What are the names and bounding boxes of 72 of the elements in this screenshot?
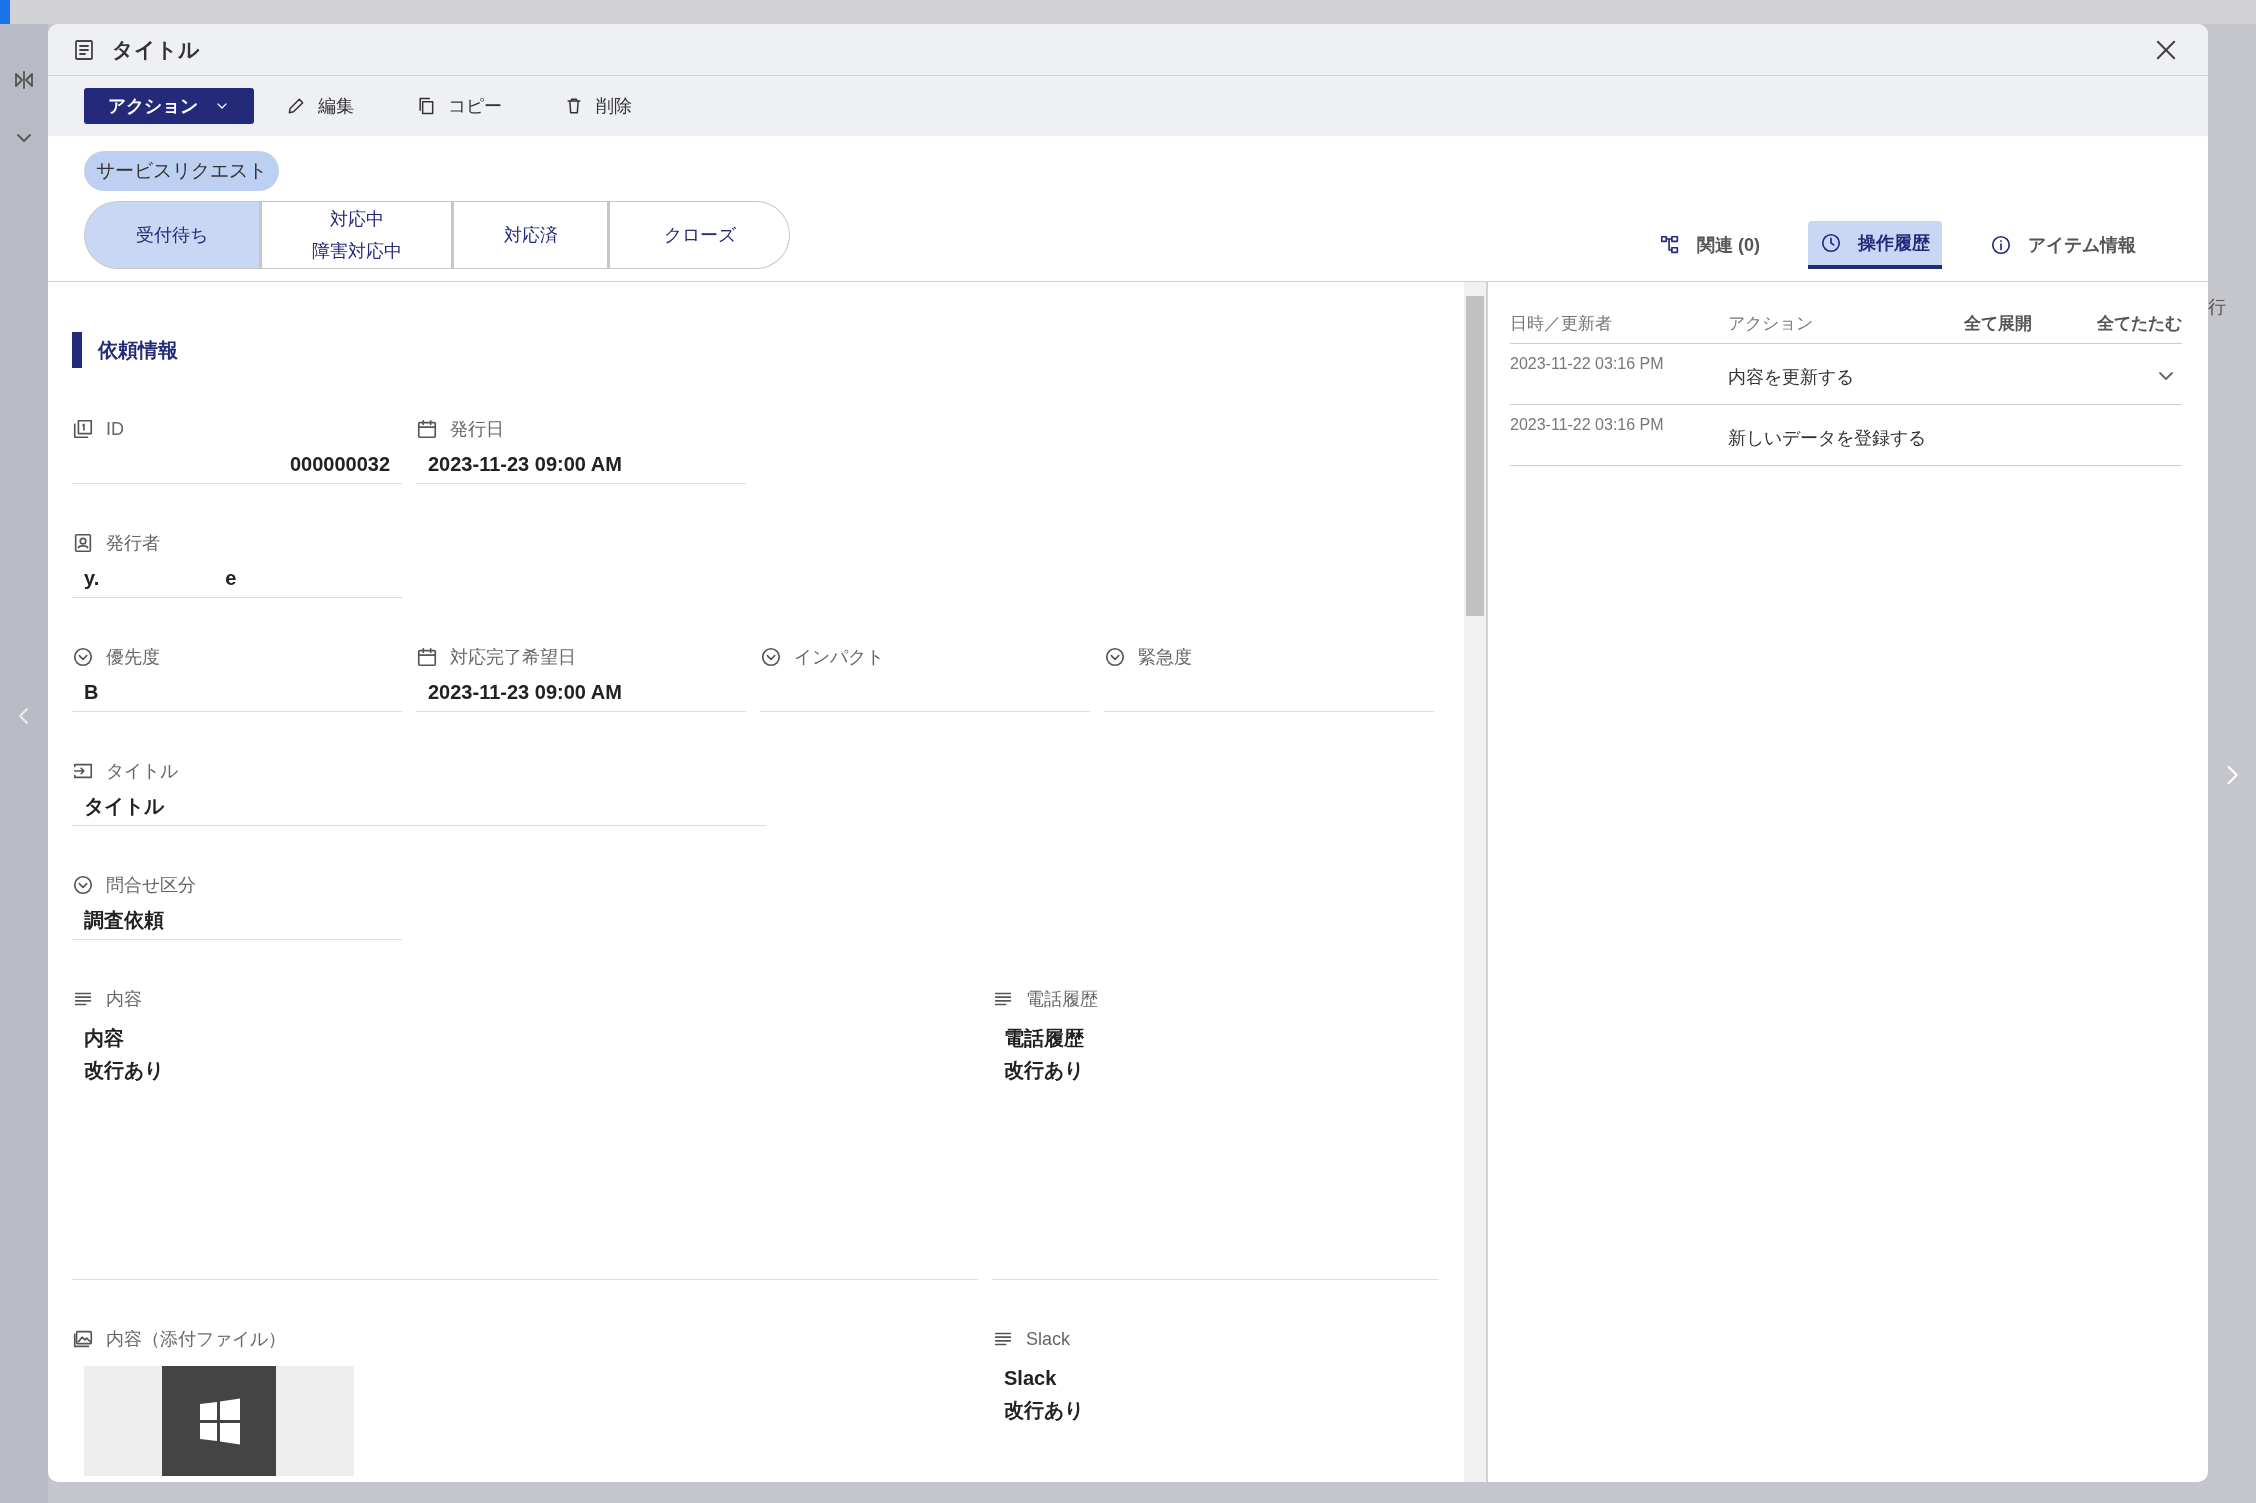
dropdown-circle-icon xyxy=(72,874,94,896)
field-value: 2023-11-23 09:00 AM xyxy=(416,672,746,712)
field-label: 発行者 xyxy=(106,531,160,555)
status-step[interactable]: 受付待ち xyxy=(84,201,262,269)
copy-icon xyxy=(416,96,436,116)
dialog-title: タイトル xyxy=(112,36,200,63)
section-marker xyxy=(72,332,82,368)
toolbar-button[interactable]: 編集 xyxy=(278,88,362,124)
person-box-icon xyxy=(72,532,94,554)
dropdown-circle-icon xyxy=(760,646,782,668)
attachment-thumbnail[interactable] xyxy=(84,1366,354,1476)
field-label: Slack xyxy=(1026,1327,1070,1351)
field-value-line: 内容 xyxy=(84,1026,125,1051)
category-badge: サービスリクエスト xyxy=(84,151,279,191)
numbered-box-icon xyxy=(72,418,94,440)
field-label: 問合せ区分 xyxy=(106,873,196,897)
action-menu-button[interactable]: アクション xyxy=(84,88,254,124)
status-step[interactable]: 対応済 xyxy=(454,201,610,269)
field-value-line: Slack xyxy=(1004,1366,1058,1391)
info-icon xyxy=(1990,234,2012,256)
image-gallery-icon xyxy=(72,1328,94,1350)
collapse-all-button[interactable]: 全てたたむ xyxy=(2097,310,2182,337)
field-label: 内容（添付ファイル） xyxy=(106,1327,286,1351)
pencil-icon xyxy=(286,96,306,116)
collapse-icon xyxy=(12,68,36,92)
expand-all-button[interactable]: 全て展開 xyxy=(1964,310,2084,337)
field-value: 調査依頼 xyxy=(72,900,402,940)
field-label: 対応完了希望日 xyxy=(450,645,576,669)
status-step[interactable]: 対応中 障害対応中 xyxy=(262,201,454,269)
toolbar-button[interactable]: 削除 xyxy=(556,88,640,124)
field-label: 優先度 xyxy=(106,645,160,669)
column-header: アクション xyxy=(1728,312,1814,335)
side-tab[interactable]: アイテム情報 xyxy=(1978,221,2148,269)
history-row[interactable]: 2023-11-22 03:16 PM 新しいデータを登録する xyxy=(1510,405,2182,466)
side-tab[interactable]: 操作履歴 xyxy=(1808,221,1942,269)
calendar-icon xyxy=(416,418,438,440)
field-value-line: 改行あり xyxy=(84,1058,165,1083)
field-label: タイトル xyxy=(106,759,178,783)
dropdown-circle-icon xyxy=(72,646,94,668)
field-value-line: 改行あり xyxy=(1004,1058,1085,1083)
dropdown-circle-icon xyxy=(1104,646,1126,668)
history-action: 内容を更新する xyxy=(1728,366,1854,389)
field-value: B xyxy=(72,672,402,712)
field-label: インパクト xyxy=(794,645,884,669)
scrollbar[interactable] xyxy=(1464,282,1486,1482)
field-value: 000000032 xyxy=(72,444,402,484)
history-time: 2023-11-22 03:16 PM xyxy=(1510,354,1665,374)
field-label: ID xyxy=(106,417,124,441)
window-pane-icon xyxy=(162,1366,276,1476)
status-step[interactable]: クローズ xyxy=(610,201,790,269)
field-label: 緊急度 xyxy=(1138,645,1192,669)
field-label: 電話履歴 xyxy=(1026,987,1098,1011)
field-label: 発行日 xyxy=(450,417,504,441)
side-tab[interactable]: 関連 (0) xyxy=(1647,221,1772,269)
toolbar-button[interactable]: コピー xyxy=(408,88,510,124)
history-row[interactable]: 2023-11-22 03:16 PM 内容を更新する xyxy=(1510,344,2182,405)
history-action: 新しいデータを登録する xyxy=(1728,427,1926,450)
clock-icon xyxy=(1820,232,1842,254)
section-title: 依頼情報 xyxy=(98,338,178,363)
calendar-icon xyxy=(416,646,438,668)
hierarchy-icon xyxy=(1659,234,1681,256)
background-text: 行 xyxy=(2208,296,2226,319)
field-value-line: 電話履歴 xyxy=(1004,1026,1085,1051)
accent-bar xyxy=(0,0,10,24)
field-value: タイトル xyxy=(72,786,766,826)
document-icon xyxy=(72,37,96,62)
column-header: 日時／更新者 xyxy=(1510,312,1613,335)
field-label: 内容 xyxy=(106,987,142,1011)
field-value: 2023-11-23 09:00 AM xyxy=(416,444,746,484)
history-time: 2023-11-22 03:16 PM xyxy=(1510,415,1665,435)
field-value: y. e xyxy=(72,558,402,598)
field-value-line: 改行あり xyxy=(1004,1398,1085,1423)
